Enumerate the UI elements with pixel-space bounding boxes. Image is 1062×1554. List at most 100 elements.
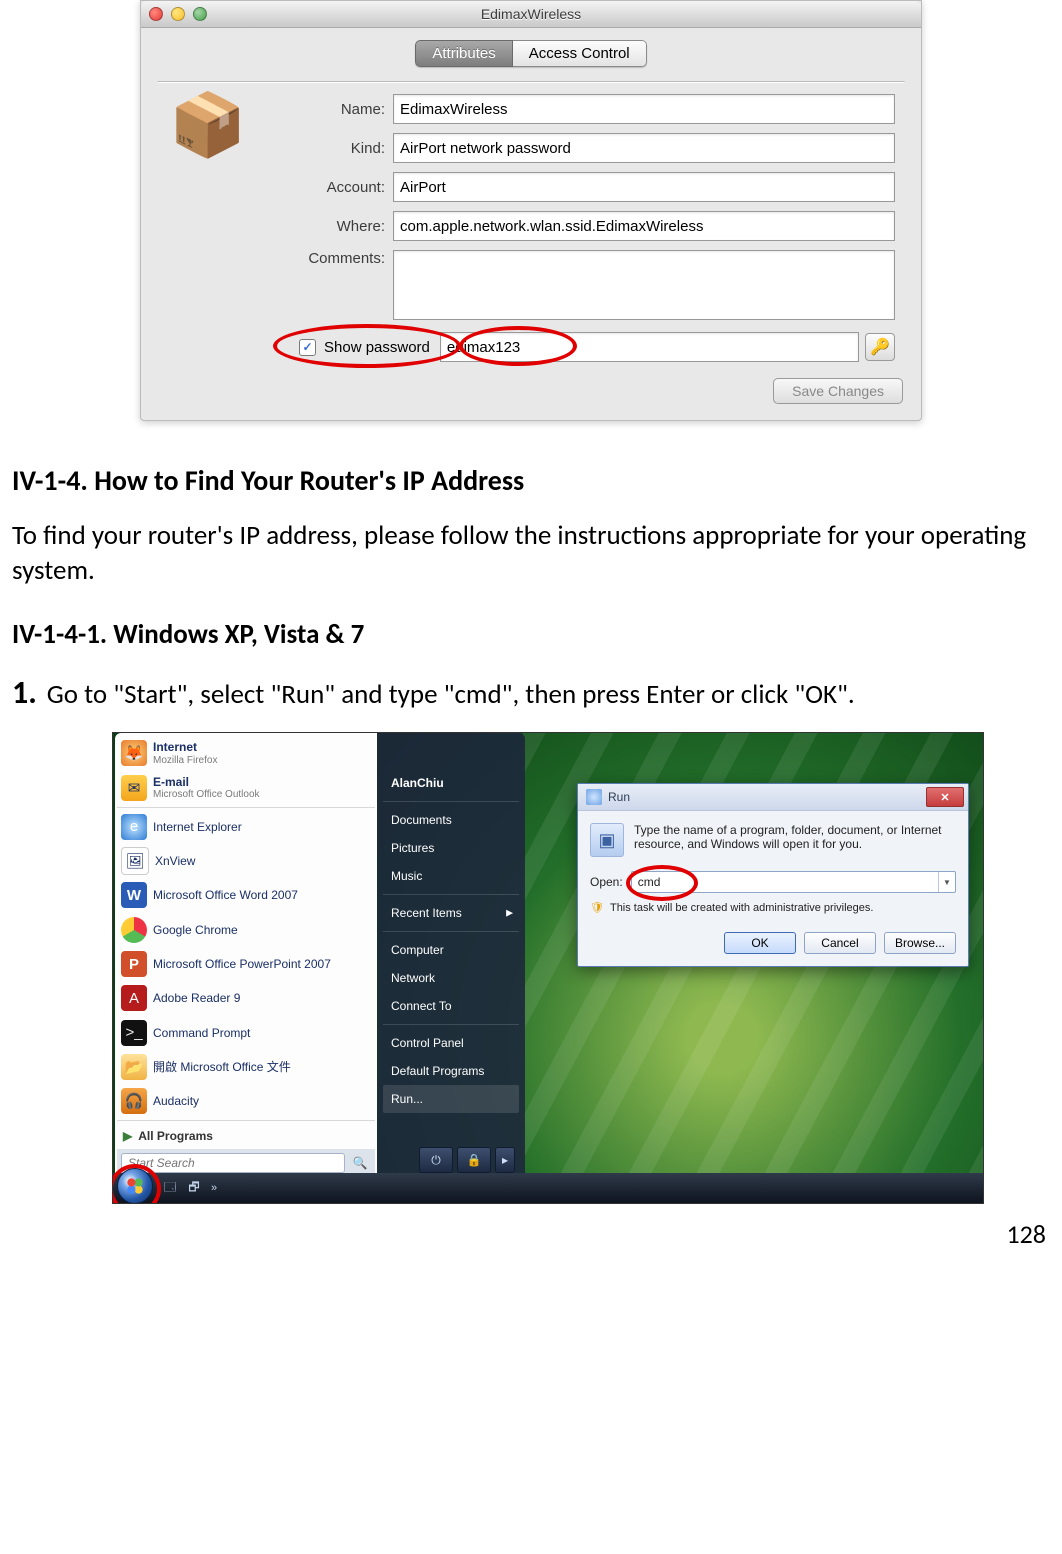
- mac-keychain-window: EdimaxWireless Attributes Access Control…: [140, 0, 922, 421]
- chevron-right-icon: ▸: [502, 1153, 508, 1167]
- sm-run[interactable]: Run...: [383, 1085, 519, 1113]
- show-password-checkbox[interactable]: ✓: [299, 339, 316, 356]
- powerpoint-icon: P: [121, 951, 147, 977]
- xnview-icon: 🖼: [121, 847, 149, 875]
- lock-icon: 🔒: [467, 1153, 482, 1167]
- sm-documents[interactable]: Documents: [383, 806, 519, 834]
- password-field[interactable]: [440, 332, 859, 362]
- zoom-icon[interactable]: [193, 7, 207, 21]
- window-title: EdimaxWireless: [141, 6, 921, 22]
- chevron-down-icon[interactable]: ▼: [938, 872, 955, 892]
- start-item-label: Adobe Reader 9: [153, 991, 240, 1005]
- start-item-label: Audacity: [153, 1094, 199, 1108]
- start-search-input[interactable]: [121, 1153, 345, 1173]
- window-controls: [149, 7, 207, 21]
- run-titlebar[interactable]: Run ✕: [578, 784, 968, 811]
- run-title: Run: [608, 790, 926, 804]
- sm-network[interactable]: Network: [383, 964, 519, 992]
- sm-recent-items[interactable]: Recent Items▶: [383, 899, 519, 927]
- tab-attributes[interactable]: Attributes: [415, 40, 512, 67]
- intro-text: To find your router's IP address, please…: [12, 518, 1050, 588]
- start-item-label: Google Chrome: [153, 923, 238, 937]
- taskbar-overflow[interactable]: »: [211, 1182, 217, 1194]
- tab-access-control[interactable]: Access Control: [513, 40, 647, 67]
- sm-default-programs[interactable]: Default Programs: [383, 1057, 519, 1085]
- page-number: 128: [0, 1204, 1062, 1250]
- ok-button[interactable]: OK: [724, 932, 796, 954]
- sm-computer[interactable]: Computer: [383, 936, 519, 964]
- start-item-xnview[interactable]: 🖼 XnView: [117, 844, 375, 878]
- sm-connect-to[interactable]: Connect To: [383, 992, 519, 1020]
- vista-screenshot: 🦊 Internet Mozilla Firefox ✉ E-mail Micr…: [112, 732, 984, 1204]
- firefox-icon: 🦊: [121, 740, 147, 766]
- cancel-button[interactable]: Cancel: [804, 932, 876, 954]
- outlook-icon: ✉: [121, 775, 147, 801]
- sm-user[interactable]: AlanChiu: [383, 769, 519, 797]
- taskbar[interactable]: 🗔 🗗 »: [113, 1173, 983, 1203]
- ie-icon: e: [121, 814, 147, 840]
- start-item-word[interactable]: W Microsoft Office Word 2007: [117, 878, 375, 912]
- lock-button[interactable]: 🔒: [457, 1147, 491, 1173]
- open-combobox[interactable]: cmd ▼: [631, 871, 956, 893]
- start-item-sub: Mozilla Firefox: [153, 755, 217, 766]
- where-field[interactable]: [393, 211, 895, 241]
- start-button[interactable]: [117, 1168, 153, 1204]
- audacity-icon: 🎧: [121, 1088, 147, 1114]
- start-menu: 🦊 Internet Mozilla Firefox ✉ E-mail Micr…: [115, 733, 525, 1177]
- run-dialog: Run ✕ ▣ Type the name of a program, fold…: [577, 783, 969, 967]
- chrome-icon: [121, 917, 147, 943]
- close-icon[interactable]: [149, 7, 163, 21]
- kind-field[interactable]: [393, 133, 895, 163]
- run-icon: [586, 789, 602, 805]
- run-program-icon: ▣: [590, 823, 624, 857]
- password-assistant-button[interactable]: 🔑: [865, 333, 895, 361]
- name-field[interactable]: [393, 94, 895, 124]
- step-1-text: Go to "Start", select "Run" and type "cm…: [47, 673, 855, 712]
- open-value: cmd: [632, 875, 667, 889]
- account-field[interactable]: [393, 172, 895, 202]
- start-item-label: Microsoft Office PowerPoint 2007: [153, 957, 331, 971]
- minimize-icon[interactable]: [171, 7, 185, 21]
- all-programs[interactable]: ▶ All Programs: [117, 1123, 375, 1149]
- power-icon: ⏻: [431, 1153, 441, 1168]
- quicklaunch-icon[interactable]: 🗔: [159, 1177, 181, 1199]
- run-message: Type the name of a program, folder, docu…: [634, 823, 956, 851]
- quicklaunch-icon[interactable]: 🗗: [183, 1177, 205, 1199]
- power-buttons: ⏻ 🔒 ▸: [415, 1143, 519, 1177]
- search-icon[interactable]: 🔍: [349, 1153, 371, 1173]
- start-item-office-open[interactable]: 📂 開啟 Microsoft Office 文件: [117, 1050, 375, 1084]
- start-item-label: Command Prompt: [153, 1026, 250, 1040]
- start-item-audacity[interactable]: 🎧 Audacity: [117, 1084, 375, 1118]
- start-item-internet[interactable]: 🦊 Internet Mozilla Firefox: [117, 736, 375, 770]
- start-item-cmd[interactable]: >_ Command Prompt: [117, 1015, 375, 1049]
- key-icon: 🔑: [870, 337, 890, 357]
- close-icon: ✕: [940, 791, 949, 804]
- sm-pictures[interactable]: Pictures: [383, 834, 519, 862]
- folder-icon: 📂: [121, 1054, 147, 1080]
- shield-icon: 🛡: [590, 901, 604, 914]
- attributes-panel: Name: Kind: Account: Where: Comments: ✓: [157, 81, 905, 368]
- mac-titlebar[interactable]: EdimaxWireless: [141, 1, 921, 28]
- sm-control-panel[interactable]: Control Panel: [383, 1029, 519, 1057]
- heading-iv-1-4: IV-1-4. How to Find Your Router's IP Add…: [12, 463, 1050, 498]
- power-button[interactable]: ⏻: [419, 1147, 453, 1173]
- app-icon: 📦: [169, 89, 246, 162]
- start-item-email[interactable]: ✉ E-mail Microsoft Office Outlook: [117, 771, 375, 805]
- start-item-label: XnView: [155, 854, 195, 868]
- adobe-reader-icon: A: [121, 985, 147, 1011]
- arrow-right-icon: ▶: [123, 1129, 132, 1143]
- close-button[interactable]: ✕: [926, 787, 964, 807]
- all-programs-label: All Programs: [138, 1129, 213, 1143]
- save-changes-button[interactable]: Save Changes: [773, 378, 903, 404]
- browse-button[interactable]: Browse...: [884, 932, 956, 954]
- start-item-powerpoint[interactable]: P Microsoft Office PowerPoint 2007: [117, 947, 375, 981]
- tab-bar: Attributes Access Control: [141, 40, 921, 67]
- start-item-adobe[interactable]: A Adobe Reader 9: [117, 981, 375, 1015]
- comments-field[interactable]: [393, 250, 895, 320]
- start-menu-right: AlanChiu Documents Pictures Music Recent…: [377, 733, 525, 1177]
- power-options-button[interactable]: ▸: [495, 1147, 515, 1173]
- start-item-ie[interactable]: e Internet Explorer: [117, 810, 375, 844]
- start-item-chrome[interactable]: Google Chrome: [117, 913, 375, 947]
- start-item-label: Internet: [153, 741, 217, 754]
- sm-music[interactable]: Music: [383, 862, 519, 890]
